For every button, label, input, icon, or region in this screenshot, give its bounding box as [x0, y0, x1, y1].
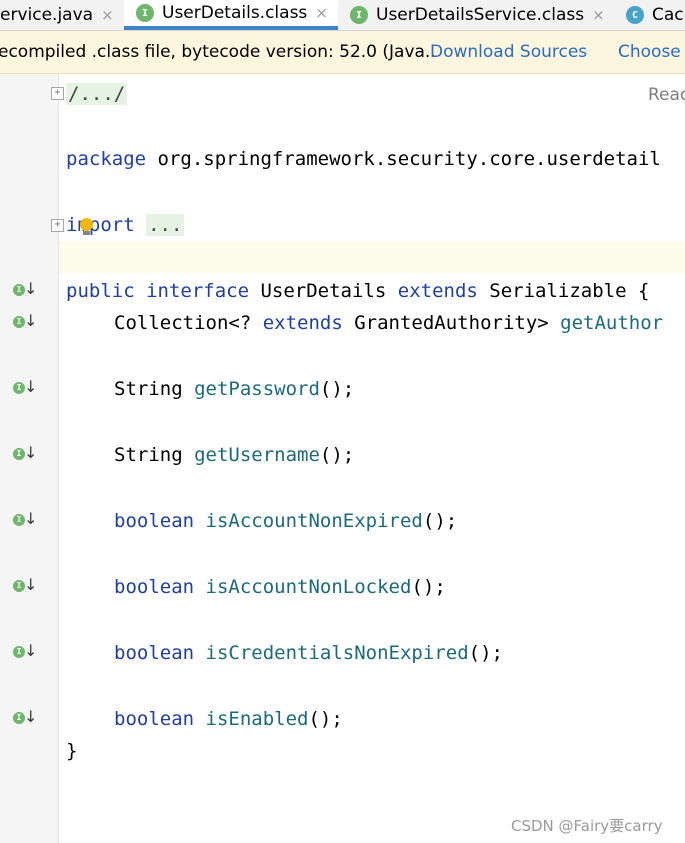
download-sources-link[interactable]: Download Sources: [430, 42, 587, 62]
keyword: extends: [397, 280, 478, 302]
return-type: Collection<?: [114, 312, 263, 334]
code-line-interface-decl[interactable]: public interface UserDetails extends Ser…: [66, 279, 649, 303]
decompiled-notification-banner: ecompiled .class file, bytecode version:…: [0, 31, 685, 74]
banner-message: ecompiled .class file, bytecode version:…: [0, 42, 436, 62]
keyword: public: [66, 280, 135, 302]
code-line-header[interactable]: /.../: [66, 82, 128, 106]
package-name: org.springframework.security.core.userde…: [146, 148, 661, 170]
method-parens: ();: [319, 444, 355, 466]
implemented-marker-icon[interactable]: I ↓: [13, 707, 37, 729]
close-icon[interactable]: ×: [101, 6, 114, 24]
implemented-marker-icon[interactable]: I ↓: [13, 509, 37, 531]
current-line-highlight: [59, 241, 685, 273]
return-type: String: [114, 378, 195, 400]
method-name: isEnabled: [205, 708, 309, 730]
close-icon[interactable]: ×: [315, 4, 328, 22]
fold-toggle-icon[interactable]: +: [51, 87, 64, 100]
keyword: boolean: [114, 510, 195, 532]
method-parens: ();: [468, 642, 503, 664]
method-parens: ();: [422, 510, 458, 532]
code-line-package[interactable]: package org.springframework.security.cor…: [66, 147, 661, 171]
supertype: Serializable {: [477, 280, 650, 302]
gutter-divider: [58, 74, 59, 843]
code-line-method[interactable]: boolean isCredentialsNonExpired();: [114, 641, 503, 665]
method-name: getPassword: [194, 378, 320, 400]
keyword: interface: [146, 280, 250, 302]
fold-toggle-icon[interactable]: +: [51, 219, 64, 232]
tab-cac[interactable]: C Cac: [626, 0, 684, 30]
keyword: boolean: [114, 576, 195, 598]
code-line-method[interactable]: String getPassword();: [114, 377, 354, 401]
tab-label: Cac: [652, 5, 684, 25]
code-line-method[interactable]: boolean isAccountNonLocked();: [114, 575, 446, 599]
keyword: boolean: [114, 708, 195, 730]
implemented-marker-icon[interactable]: I ↓: [13, 575, 37, 597]
method-name: isAccountNonExpired: [205, 510, 423, 532]
keyword: import: [66, 214, 135, 236]
method-name: getAuthor: [560, 312, 664, 334]
method-parens: ();: [308, 708, 343, 730]
code-line-method[interactable]: Collection<? extends GrantedAuthority> g…: [114, 311, 663, 335]
return-type: String: [114, 444, 195, 466]
implemented-marker-icon[interactable]: I ↓: [13, 311, 37, 333]
tab-service-java[interactable]: ervice.java ×: [0, 0, 114, 30]
keyword: boolean: [114, 642, 195, 664]
method-parens: ();: [319, 378, 355, 400]
keyword: extends: [262, 312, 343, 334]
interface-icon: I: [136, 4, 154, 22]
keyword: package: [66, 148, 147, 170]
choose-sources-link[interactable]: Choose: [618, 42, 681, 62]
close-icon[interactable]: ×: [592, 6, 605, 24]
lightbulb-base: [83, 231, 90, 235]
implemented-marker-icon[interactable]: I ↓: [13, 377, 37, 399]
watermark: CSDN @Fairy要carry: [511, 817, 663, 835]
code-line-method[interactable]: boolean isAccountNonExpired();: [114, 509, 457, 533]
interface-name: UserDetails: [249, 280, 398, 302]
method-parens: ();: [411, 576, 446, 598]
method-name: getUsername: [194, 444, 320, 466]
method-name: isAccountNonLocked: [205, 576, 412, 598]
tab-userdetails-class[interactable]: I UserDetails.class ×: [124, 0, 338, 30]
code-line-method[interactable]: boolean isEnabled();: [114, 707, 343, 731]
lightbulb-icon[interactable]: [80, 218, 93, 231]
class-icon: C: [626, 6, 644, 24]
tab-label: UserDetails.class: [162, 3, 308, 23]
reader-mode-toggle[interactable]: Reac: [648, 85, 685, 105]
tab-userdetailsservice-class[interactable]: I UserDetailsService.class ×: [350, 0, 605, 30]
return-type: GrantedAuthority>: [342, 312, 561, 334]
folded-imports[interactable]: ...: [146, 214, 185, 236]
method-name: isCredentialsNonExpired: [205, 642, 469, 664]
code-line-closing-brace[interactable]: }: [66, 739, 77, 763]
editor-tab-bar: ervice.java × I UserDetails.class × I Us…: [0, 0, 685, 31]
code-line-method[interactable]: String getUsername();: [114, 443, 354, 467]
implemented-marker-icon[interactable]: I ↓: [13, 641, 37, 663]
tab-label: UserDetailsService.class: [376, 5, 585, 25]
implemented-marker-icon[interactable]: I ↓: [13, 443, 37, 465]
closing-brace: }: [66, 740, 78, 762]
implemented-marker-icon[interactable]: I ↓: [13, 279, 37, 301]
tab-label: ervice.java: [0, 5, 94, 25]
folded-header-comment[interactable]: /.../: [66, 83, 128, 105]
interface-icon: I: [350, 6, 368, 24]
